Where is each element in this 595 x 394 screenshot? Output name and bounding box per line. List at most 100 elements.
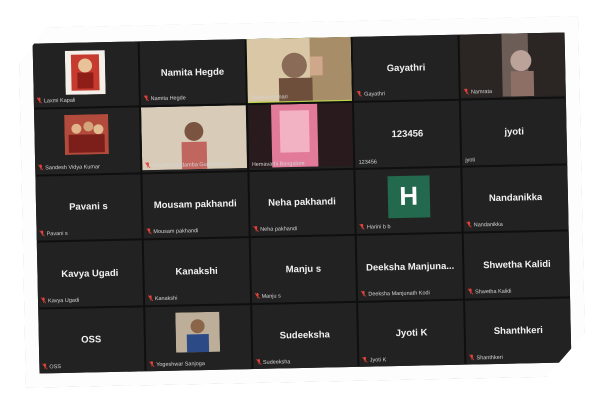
- participant-display-name: Namita Hegde: [160, 66, 225, 79]
- mic-muted-icon: [469, 354, 474, 362]
- participant-name: Pavani s: [46, 231, 68, 238]
- participant-tile[interactable]: Savitha Kumari: [246, 37, 352, 104]
- participant-tile[interactable]: Shwetha Kalidi Shwetha Kalidi: [464, 232, 570, 299]
- mic-muted-icon: [144, 96, 149, 104]
- participant-name-label: Mousam pakhandi: [146, 226, 245, 236]
- participant-tile[interactable]: Laxmi Kapali: [33, 41, 139, 108]
- participant-display-name: Kavya Ugadi: [61, 267, 119, 280]
- mic-muted-icon: [145, 162, 150, 170]
- participant-name-label: Savitha Kumari: [250, 93, 349, 101]
- participant-display-name: Gayathri: [386, 62, 426, 74]
- participant-name: Manju s: [261, 293, 281, 300]
- participant-name: Mousam pakhandi: [153, 228, 199, 236]
- participant-name-label: Shanthkeri: [469, 352, 568, 362]
- participant-name: Shanthkeri: [476, 354, 503, 362]
- participant-name-label: Gayathri: [357, 89, 456, 99]
- participant-display-name: Manju s: [285, 263, 322, 276]
- participant-name: Nandanikka: [473, 221, 503, 229]
- participant-display-name: Shanthkeri: [493, 325, 544, 338]
- participant-tile[interactable]: Sudeeksha Sudeeksha: [252, 302, 358, 369]
- participant-name: Kavya Ugadi: [47, 297, 80, 304]
- participant-tile[interactable]: jyoti jyoti: [461, 99, 567, 166]
- participant-name: Sandesh Vidya Kumar: [45, 164, 100, 172]
- participant-name-label: Kanakshi: [148, 293, 247, 303]
- screenshot-frame: Laxmi Kapali Namita Hegde Namita Hegde Savi…: [18, 16, 585, 388]
- participant-tile[interactable]: Gayathri Kadamba Gurumoorthy: [141, 106, 247, 173]
- participant-tile[interactable]: Pavani s Pavani s: [35, 174, 141, 241]
- participant-tile[interactable]: Hemavathi Bangalore: [248, 103, 354, 170]
- participant-tile[interactable]: Gayathri Gayathri: [353, 35, 459, 102]
- participant-name-label: OSS: [42, 361, 141, 371]
- participant-name-label: Deeksha Manjunath Kodi: [361, 288, 460, 298]
- participant-name: Yogeshwar Sanjoga: [156, 361, 205, 369]
- participant-name-label: Laxmi Kapali: [37, 96, 136, 106]
- participant-avatar: H: [387, 175, 430, 218]
- mic-muted-icon: [357, 91, 362, 99]
- participant-tile[interactable]: Jyoti K Jyoti K: [359, 300, 465, 367]
- participant-tile[interactable]: Yogeshwar Sanjoga: [145, 305, 251, 372]
- participant-name-label: Hemavathi Bangalore: [252, 160, 351, 168]
- participant-tile[interactable]: Namrata: [460, 32, 566, 99]
- participant-tile[interactable]: OSS OSS: [38, 307, 144, 374]
- mic-muted-icon: [146, 228, 151, 236]
- participant-name-label: Kavya Ugadi: [41, 295, 140, 305]
- participant-display-name: 123456: [391, 128, 424, 141]
- participant-name: Laxmi Kapali: [43, 98, 76, 105]
- participant-tile[interactable]: Mousam pakhandi Mousam pakhandi: [142, 172, 248, 239]
- participant-name-label: jyoti: [465, 155, 564, 163]
- mic-muted-icon: [40, 231, 45, 239]
- mic-muted-icon: [363, 357, 368, 365]
- participant-name-label: Pavani s: [40, 229, 139, 239]
- participant-name: Harini b b: [366, 224, 391, 231]
- participant-name: Gayathri: [364, 91, 386, 99]
- participant-name: 123456: [358, 159, 377, 166]
- participant-tile[interactable]: Manju s Manju s: [250, 236, 356, 303]
- participant-tile[interactable]: H Harini b b: [356, 167, 462, 234]
- participant-name-label: Jyoti K: [363, 355, 462, 365]
- participant-name-label: Manju s: [254, 291, 353, 301]
- participant-name: Deeksha Manjunath Kodi: [368, 289, 430, 298]
- participant-name-label: 123456: [359, 158, 458, 166]
- participant-name: Jyoti K: [369, 357, 387, 364]
- participant-display-name: Sudeeksha: [279, 329, 330, 342]
- video-grid: Laxmi Kapali Namita Hegde Namita Hegde Savi…: [33, 32, 572, 373]
- participant-tile[interactable]: Namita Hegde Namita Hegde: [139, 39, 245, 106]
- participant-name-label: Nandanikka: [467, 220, 566, 230]
- participant-display-name: Pavani s: [69, 201, 108, 214]
- participant-display-name: Shwetha Kalidi: [483, 258, 551, 272]
- participant-tile[interactable]: Sandesh Vidya Kumar: [34, 108, 140, 175]
- participant-name-label: Yogeshwar Sanjoga: [149, 359, 248, 369]
- participant-tile[interactable]: Deeksha Manjuna... Deeksha Manjunath Kodi: [357, 234, 463, 301]
- mic-muted-icon: [149, 361, 154, 369]
- participant-name: jyoti: [465, 157, 476, 164]
- participant-name: Namita Hegde: [150, 95, 186, 103]
- participant-name: Hemavathi Bangalore: [251, 160, 305, 168]
- mic-muted-icon: [41, 297, 46, 305]
- participant-name-label: Shwetha Kalidi: [468, 286, 567, 296]
- mic-muted-icon: [467, 222, 472, 230]
- participant-name: Neha pakhandi: [260, 226, 298, 234]
- participant-tile[interactable]: Kavya Ugadi Kavya Ugadi: [37, 241, 143, 308]
- participant-tile[interactable]: Shanthkeri Shanthkeri: [465, 298, 571, 365]
- participant-display-name: Kanakshi: [175, 265, 218, 278]
- participant-name-label: Sudeeksha: [256, 357, 355, 367]
- participant-tile[interactable]: 123456 123456: [354, 101, 460, 168]
- participant-display-name: Mousam pakhandi: [153, 198, 237, 212]
- participant-display-name: Neha pakhandi: [268, 196, 336, 210]
- mic-muted-icon: [468, 288, 473, 296]
- participant-name: Gayathri Kadamba Gurumoorthy: [151, 161, 232, 169]
- participant-name: OSS: [49, 364, 62, 371]
- participant-tile[interactable]: Nandanikka Nandanikka: [462, 165, 568, 232]
- mic-muted-icon: [361, 290, 366, 298]
- mic-muted-icon: [148, 295, 153, 303]
- participant-name: Shwetha Kalidi: [475, 288, 512, 295]
- participant-display-name: OSS: [81, 334, 102, 346]
- participant-tile[interactable]: Neha pakhandi Neha pakhandi: [249, 170, 355, 237]
- participant-name: Savitha Kumari: [250, 94, 288, 102]
- mic-muted-icon: [42, 363, 47, 371]
- participant-tile[interactable]: Kanakshi Kanakshi: [144, 238, 250, 305]
- mic-muted-icon: [360, 224, 365, 232]
- mic-muted-icon: [464, 89, 469, 97]
- participant-display-name: Jyoti K: [395, 327, 428, 340]
- participant-name: Namrata: [470, 89, 493, 96]
